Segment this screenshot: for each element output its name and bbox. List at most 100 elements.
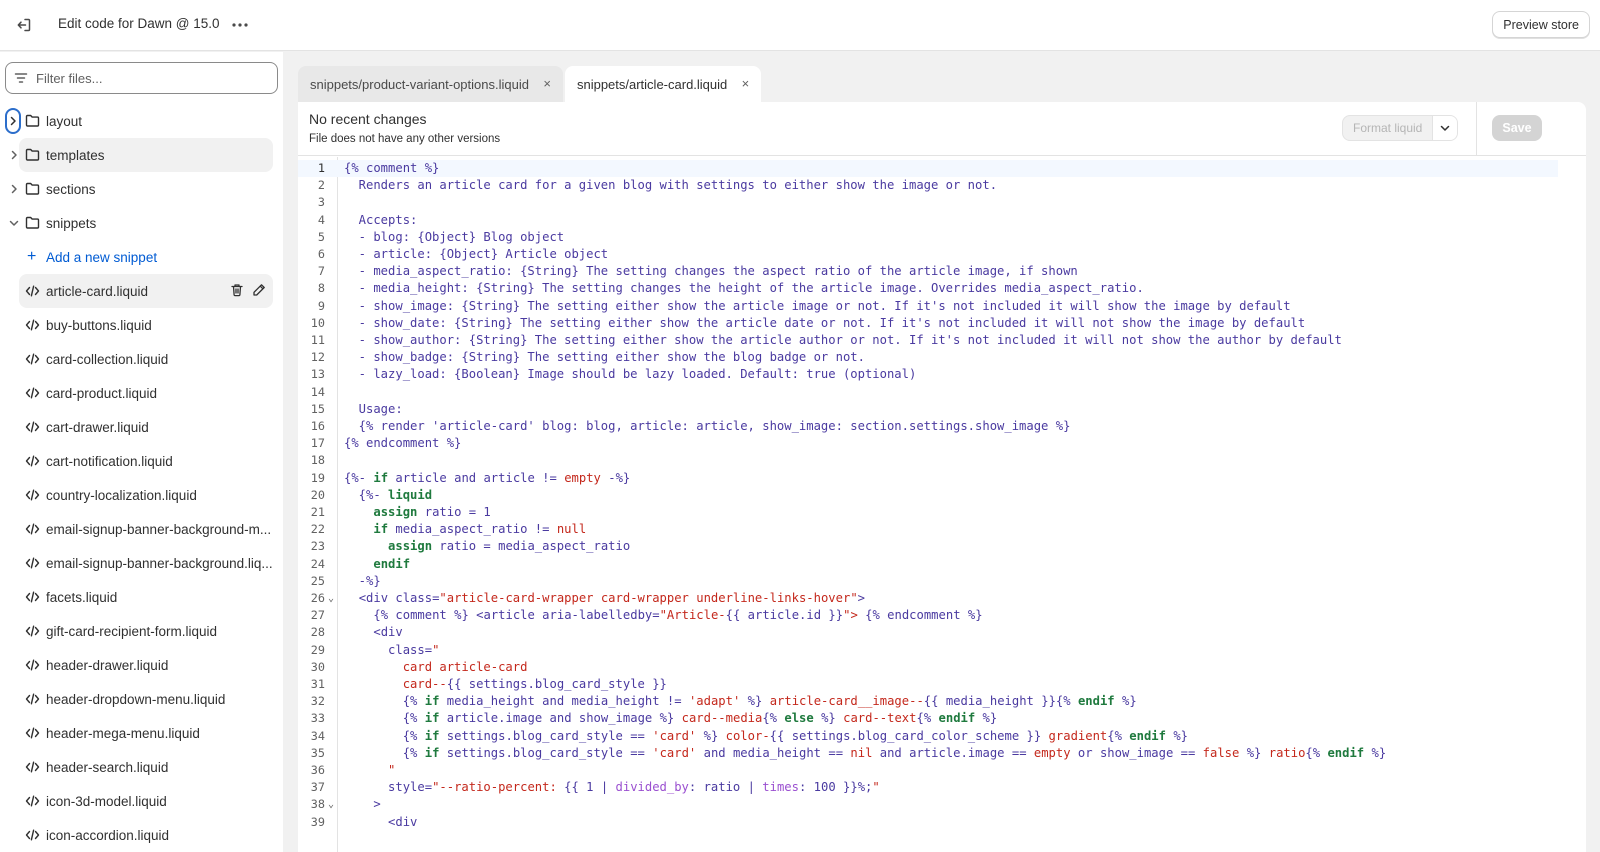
file-item[interactable]: card-product.liquid bbox=[0, 376, 283, 410]
editor-tabs: snippets/product-variant-options.liquid … bbox=[298, 66, 763, 102]
code-line[interactable]: 34 {% if settings.blog_card_style == 'ca… bbox=[298, 728, 1558, 745]
code-editor[interactable]: 1 {% comment %} 2 Renders an article card … bbox=[298, 157, 1558, 852]
code-line[interactable]: 35 {% if settings.blog_card_style == 'ca… bbox=[298, 745, 1558, 762]
tab-article-card[interactable]: snippets/article-card.liquid × bbox=[564, 66, 762, 102]
format-liquid-button[interactable]: Format liquid bbox=[1342, 115, 1459, 141]
save-button[interactable]: Save bbox=[1492, 115, 1542, 141]
code-line[interactable]: 18 bbox=[298, 452, 1558, 469]
code-icon bbox=[25, 591, 40, 603]
code-line[interactable]: 26 ⌄ <div class="article-card-wrapper car… bbox=[298, 590, 1558, 607]
line-number: 17 bbox=[310, 436, 325, 451]
filter-files[interactable] bbox=[5, 62, 278, 94]
fold-chevron-icon[interactable]: ⌄ bbox=[328, 590, 334, 607]
code-line[interactable]: 17 {% endcomment %} bbox=[298, 435, 1558, 452]
code-line[interactable]: 15 Usage: bbox=[298, 401, 1558, 418]
line-number: 7 bbox=[317, 264, 325, 279]
file-item[interactable]: header-search.liquid bbox=[0, 750, 283, 784]
file-item[interactable]: gift-card-recipient-form.liquid bbox=[0, 614, 283, 648]
file-label: facets.liquid bbox=[46, 590, 118, 605]
file-item[interactable]: email-signup-banner-background-m... bbox=[0, 512, 283, 546]
code-text: {%- liquid bbox=[344, 487, 433, 502]
code-line[interactable]: 28 <div bbox=[298, 624, 1558, 641]
file-item[interactable]: card-collection.liquid bbox=[0, 342, 283, 376]
code-line[interactable]: 8 - media_height: {String} The setting c… bbox=[298, 280, 1558, 297]
code-line[interactable]: 16 {% render 'article-card' blog: blog, … bbox=[298, 418, 1558, 435]
file-item[interactable]: header-drawer.liquid bbox=[0, 648, 283, 682]
code-line[interactable]: 33 {% if article.image and show_image %}… bbox=[298, 710, 1558, 727]
code-line[interactable]: 10 - show_date: {String} The setting eit… bbox=[298, 315, 1558, 332]
code-line[interactable]: 21 assign ratio = 1 bbox=[298, 504, 1558, 521]
code-line[interactable]: 36 " bbox=[298, 762, 1558, 779]
file-item[interactable]: icon-3d-model.liquid bbox=[0, 784, 283, 818]
preview-store-button[interactable]: Preview store bbox=[1492, 11, 1590, 38]
code-line[interactable]: 22 if media_aspect_ratio != null bbox=[298, 521, 1558, 538]
add-snippet-link[interactable]: + Add a new snippet bbox=[0, 240, 283, 274]
more-actions-button[interactable] bbox=[228, 13, 252, 37]
delete-icon[interactable] bbox=[229, 282, 245, 298]
code-line[interactable]: 11 - show_author: {String} The setting e… bbox=[298, 332, 1558, 349]
fold-chevron-icon[interactable]: ⌄ bbox=[328, 796, 334, 813]
folder-layout[interactable]: layout bbox=[0, 104, 283, 138]
code-line[interactable]: 1 {% comment %} bbox=[298, 160, 1558, 178]
code-line[interactable]: 14 bbox=[298, 384, 1558, 401]
file-item[interactable]: buy-buttons.liquid bbox=[0, 308, 283, 342]
file-item[interactable]: icon-accordion.liquid bbox=[0, 818, 283, 852]
close-icon[interactable]: × bbox=[742, 77, 750, 90]
code-line[interactable]: 6 - article: {Object} Article object bbox=[298, 246, 1558, 263]
chevron-right-icon[interactable] bbox=[5, 108, 21, 134]
code-line[interactable]: 24 endif bbox=[298, 556, 1558, 573]
code-icon bbox=[25, 319, 40, 331]
folder-snippets[interactable]: snippets bbox=[0, 206, 283, 240]
line-number: 9 bbox=[317, 298, 325, 313]
code-line[interactable]: 2 Renders an article card for a given bl… bbox=[298, 177, 1558, 194]
filter-files-input[interactable] bbox=[36, 69, 271, 87]
file-item[interactable]: article-card.liquid bbox=[19, 274, 273, 308]
folder-sections[interactable]: sections bbox=[0, 172, 283, 206]
code-line[interactable]: 38 ⌄ > bbox=[298, 796, 1558, 813]
chevron-down-icon[interactable] bbox=[6, 215, 22, 231]
file-item[interactable]: facets.liquid bbox=[0, 580, 283, 614]
chevron-down-icon[interactable] bbox=[1433, 116, 1458, 140]
edit-icon[interactable] bbox=[251, 282, 267, 298]
code-line[interactable]: 31 card--{{ settings.blog_card_style }} bbox=[298, 676, 1558, 693]
code-line[interactable]: 12 - show_badge: {String} The setting ei… bbox=[298, 349, 1558, 366]
code-line[interactable]: 39 <div bbox=[298, 814, 1558, 831]
code-line[interactable]: 9 - show_image: {String} The setting eit… bbox=[298, 298, 1558, 315]
file-item[interactable]: cart-drawer.liquid bbox=[0, 410, 283, 444]
code-line[interactable]: 13 - lazy_load: {Boolean} Image should b… bbox=[298, 366, 1558, 383]
code-line[interactable]: 27 {% comment %} <article aria-labelledb… bbox=[298, 607, 1558, 624]
file-label: cart-drawer.liquid bbox=[46, 420, 149, 435]
line-number: 35 bbox=[310, 745, 325, 760]
close-icon[interactable]: × bbox=[543, 77, 551, 90]
file-item[interactable]: header-mega-menu.liquid bbox=[0, 716, 283, 750]
code-line[interactable]: 4 Accepts: bbox=[298, 212, 1558, 229]
code-text: {%- if article and article != empty -%} bbox=[344, 470, 631, 485]
code-text: <div class="article-card-wrapper card-wr… bbox=[358, 591, 866, 605]
code-line[interactable]: 25 -%} bbox=[298, 573, 1558, 590]
file-label: article-card.liquid bbox=[46, 284, 149, 299]
chevron-right-icon[interactable] bbox=[6, 181, 22, 197]
file-item[interactable]: cart-notification.liquid bbox=[0, 444, 283, 478]
code-text: - lazy_load: {Boolean} Image should be l… bbox=[344, 367, 917, 382]
code-line[interactable]: 32 {% if media_height and media_height !… bbox=[298, 693, 1558, 710]
code-line[interactable]: 19 {%- if article and article != empty -%… bbox=[298, 470, 1558, 487]
file-item[interactable]: country-localization.liquid bbox=[0, 478, 283, 512]
file-label: header-drawer.liquid bbox=[46, 658, 169, 673]
code-text: endif bbox=[373, 556, 411, 571]
code-text: {% endcomment %} bbox=[344, 436, 462, 451]
code-line[interactable]: 29 class=" bbox=[298, 642, 1558, 659]
exit-button[interactable] bbox=[12, 13, 36, 37]
code-line[interactable]: 37 style="--ratio-percent: {{ 1 | divide… bbox=[298, 779, 1558, 796]
line-number: 6 bbox=[317, 247, 325, 261]
file-item[interactable]: header-dropdown-menu.liquid bbox=[0, 682, 283, 716]
code-line[interactable]: 20 {%- liquid bbox=[298, 487, 1558, 504]
code-line[interactable]: 23 assign ratio = media_aspect_ratio bbox=[298, 538, 1558, 555]
file-item[interactable]: email-signup-banner-background.liq... bbox=[0, 546, 283, 580]
code-line[interactable]: 3 bbox=[298, 194, 1558, 211]
code-line[interactable]: 5 - blog: {Object} Blog object bbox=[298, 229, 1558, 246]
chevron-right-icon[interactable] bbox=[6, 147, 22, 163]
code-line[interactable]: 30 card article-card bbox=[298, 659, 1558, 676]
tab-product-variant-options[interactable]: snippets/product-variant-options.liquid … bbox=[298, 66, 563, 102]
folder-templates[interactable]: templates bbox=[11, 138, 273, 172]
code-line[interactable]: 7 - media_aspect_ratio: {String} The set… bbox=[298, 263, 1558, 280]
